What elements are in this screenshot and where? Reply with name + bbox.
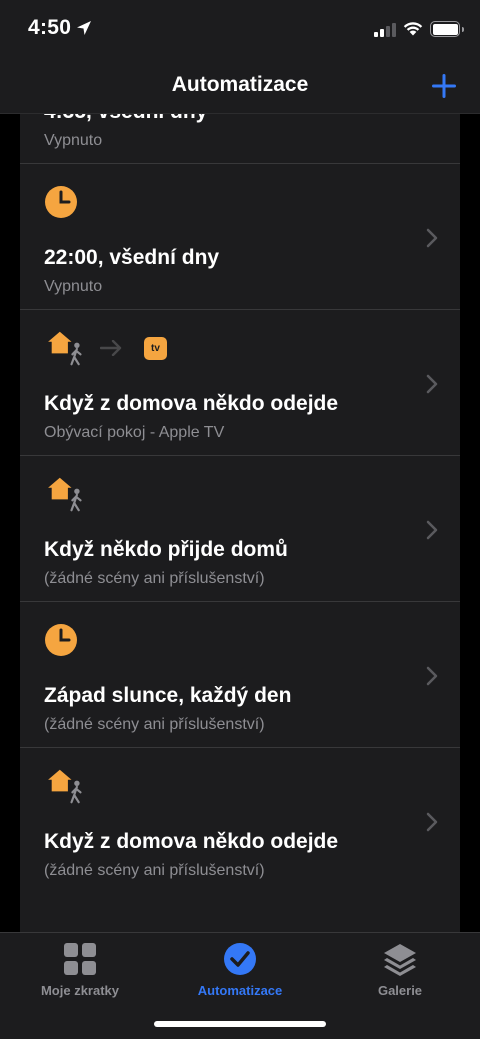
automation-title: 4:35, všední dny [44,114,207,124]
battery-icon [430,21,464,37]
tab-automatizace[interactable]: Automatizace [160,941,320,998]
automation-subtitle: (žádné scény ani příslušenství) [44,570,265,587]
tab-label: Moje zkratky [40,983,120,998]
home-person-leave-icon [48,769,82,804]
wifi-icon [403,22,423,36]
automation-list: 4:35, všední dny Vypnuto 22:00, všední d… [20,114,460,932]
clock-icon [45,624,77,656]
tab-moje-zkratky[interactable]: Moje zkratky [0,941,160,998]
automation-row[interactable]: 4:35, všední dny Vypnuto [20,114,460,164]
add-automation-button[interactable] [430,72,458,100]
home-person-leave-icon [48,331,82,366]
chevron-right-icon [426,374,438,394]
status-bar: 4:50 [0,0,480,60]
home-indicator[interactable] [154,1021,326,1027]
automation-title: Západ slunce, každý den [44,684,292,707]
location-arrow-icon [77,21,91,35]
automation-row[interactable]: tv Když z domova někdo odejde Obývací po… [20,310,460,456]
plus-icon [432,74,456,98]
automation-row[interactable]: Západ slunce, každý den (žádné scény ani… [20,602,460,748]
appletv-icon: tv [144,336,167,360]
layers-icon [384,944,416,976]
chevron-right-icon [426,228,438,248]
automation-row[interactable]: Když někdo přijde domů (žádné scény ani … [20,456,460,602]
chevron-right-icon [426,812,438,832]
automation-title: Když někdo přijde domů [44,538,288,561]
automation-check-icon [224,943,256,975]
automation-row[interactable]: Když z domova někdo odejde (žádné scény … [20,748,460,894]
arrow-right-icon [100,340,122,356]
automation-subtitle: Obývací pokoj - Apple TV [44,424,225,441]
page-title: Automatizace [171,73,309,96]
tab-galerie[interactable]: Galerie [320,941,480,998]
tab-label: Galerie [377,983,423,998]
tab-label: Automatizace [197,983,283,998]
home-person-arrive-icon [48,477,82,512]
automation-subtitle: Vypnuto [44,278,103,295]
clock-icon [45,186,77,218]
signal-icon [374,23,396,37]
automation-title: Když z domova někdo odejde [44,392,339,415]
automation-subtitle: (žádné scény ani příslušenství) [44,716,265,733]
automation-subtitle: (žádné scény ani příslušenství) [44,862,265,879]
automation-title: Když z domova někdo odejde [44,830,339,853]
chevron-right-icon [426,520,438,540]
status-time: 4:50 [28,16,72,39]
automation-row[interactable]: 22:00, všední dny Vypnuto [20,164,460,310]
navigation-bar: Automatizace [0,60,480,114]
grid-icon [64,943,96,975]
automation-title: 22:00, všední dny [44,246,220,269]
chevron-right-icon [426,666,438,686]
automation-subtitle: Vypnuto [44,132,103,149]
